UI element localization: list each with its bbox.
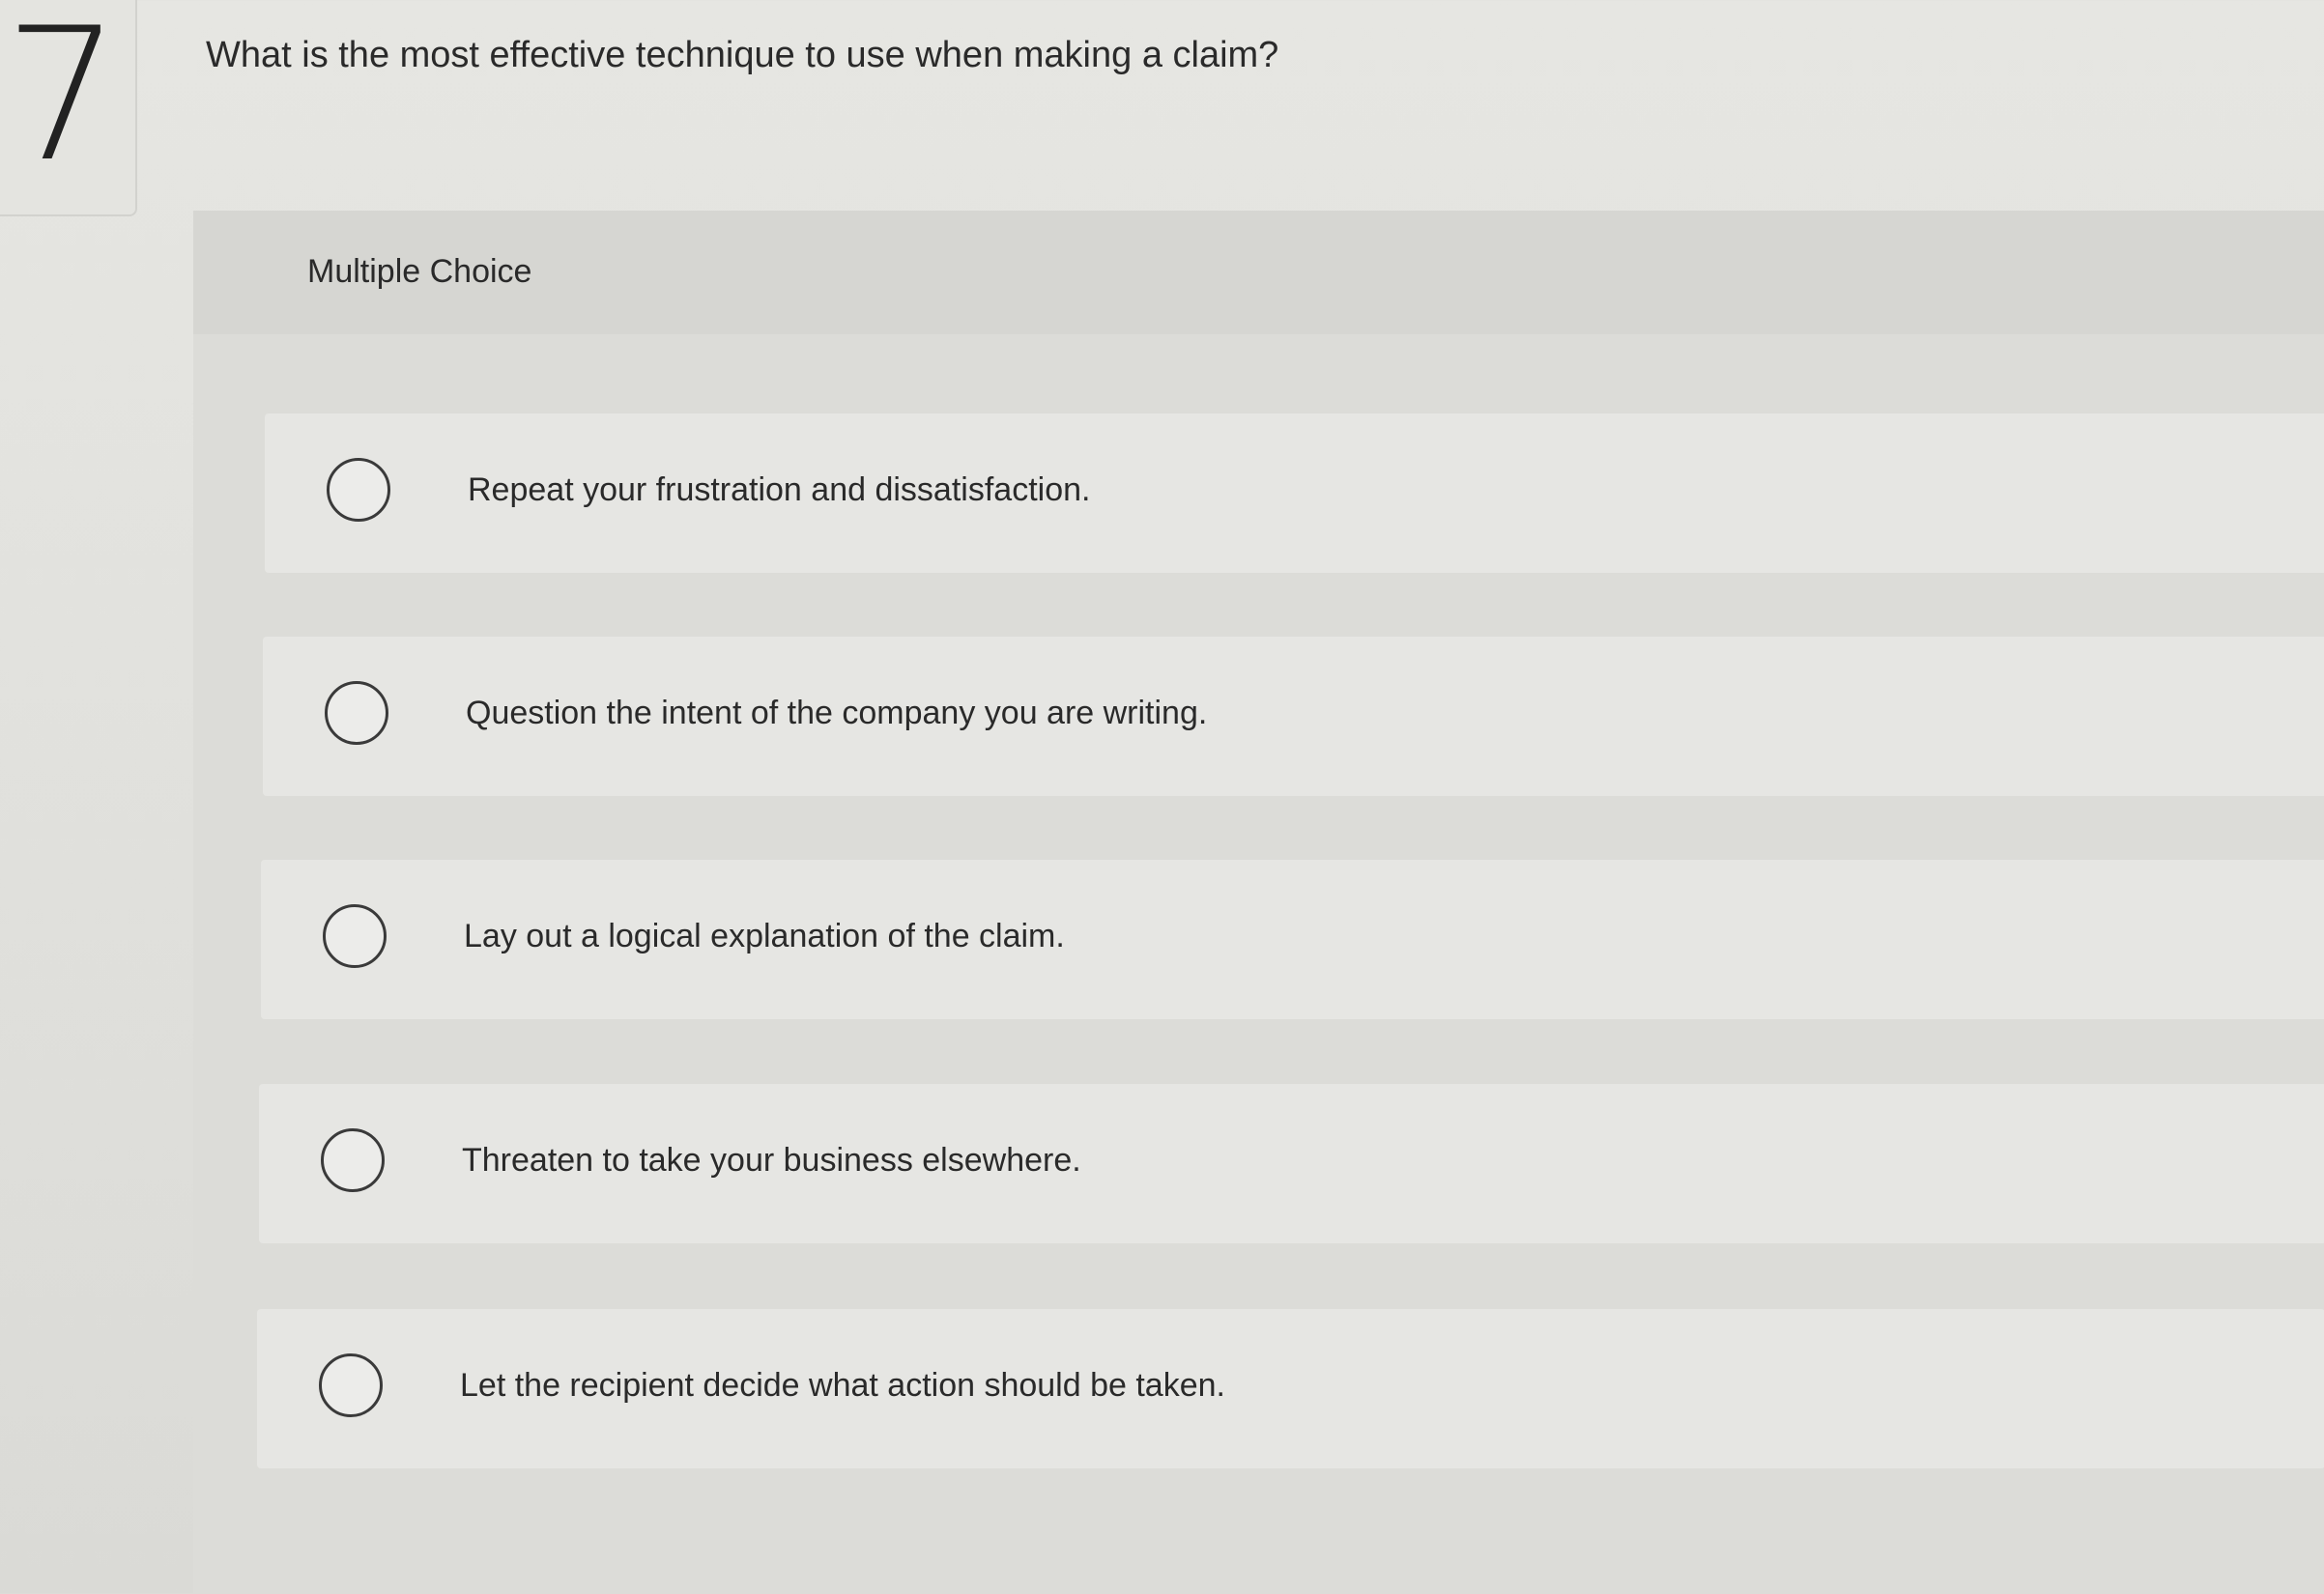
answer-option[interactable]: Question the intent of the company you a… (263, 637, 2324, 796)
answer-panel-header: Multiple Choice (193, 211, 2324, 334)
answer-panel: Multiple Choice Repeat your frustration … (193, 211, 2324, 1594)
answer-option[interactable]: Repeat your frustration and dissatisfact… (265, 413, 2324, 573)
question-prompt: What is the most effective technique to … (206, 35, 1279, 75)
question-number: 7 (4, 0, 121, 202)
radio-button[interactable] (323, 904, 387, 968)
answer-option-label[interactable]: Let the recipient decide what action sho… (460, 1367, 1225, 1405)
answer-option[interactable]: Let the recipient decide what action sho… (257, 1309, 2324, 1468)
radio-button[interactable] (321, 1128, 385, 1192)
answer-option-label[interactable]: Question the intent of the company you a… (466, 695, 1207, 732)
radio-button[interactable] (325, 681, 388, 745)
answer-option-label[interactable]: Repeat your frustration and dissatisfact… (468, 471, 1090, 509)
radio-button[interactable] (319, 1353, 383, 1417)
answer-option[interactable]: Threaten to take your business elsewhere… (259, 1084, 2324, 1243)
question-number-box: 7 (0, 0, 137, 216)
answer-option-label[interactable]: Threaten to take your business elsewhere… (462, 1142, 1081, 1180)
answer-option-label[interactable]: Lay out a logical explanation of the cla… (464, 918, 1065, 955)
question-type-label: Multiple Choice (307, 253, 532, 290)
answer-option[interactable]: Lay out a logical explanation of the cla… (261, 860, 2324, 1019)
radio-button[interactable] (327, 458, 390, 522)
